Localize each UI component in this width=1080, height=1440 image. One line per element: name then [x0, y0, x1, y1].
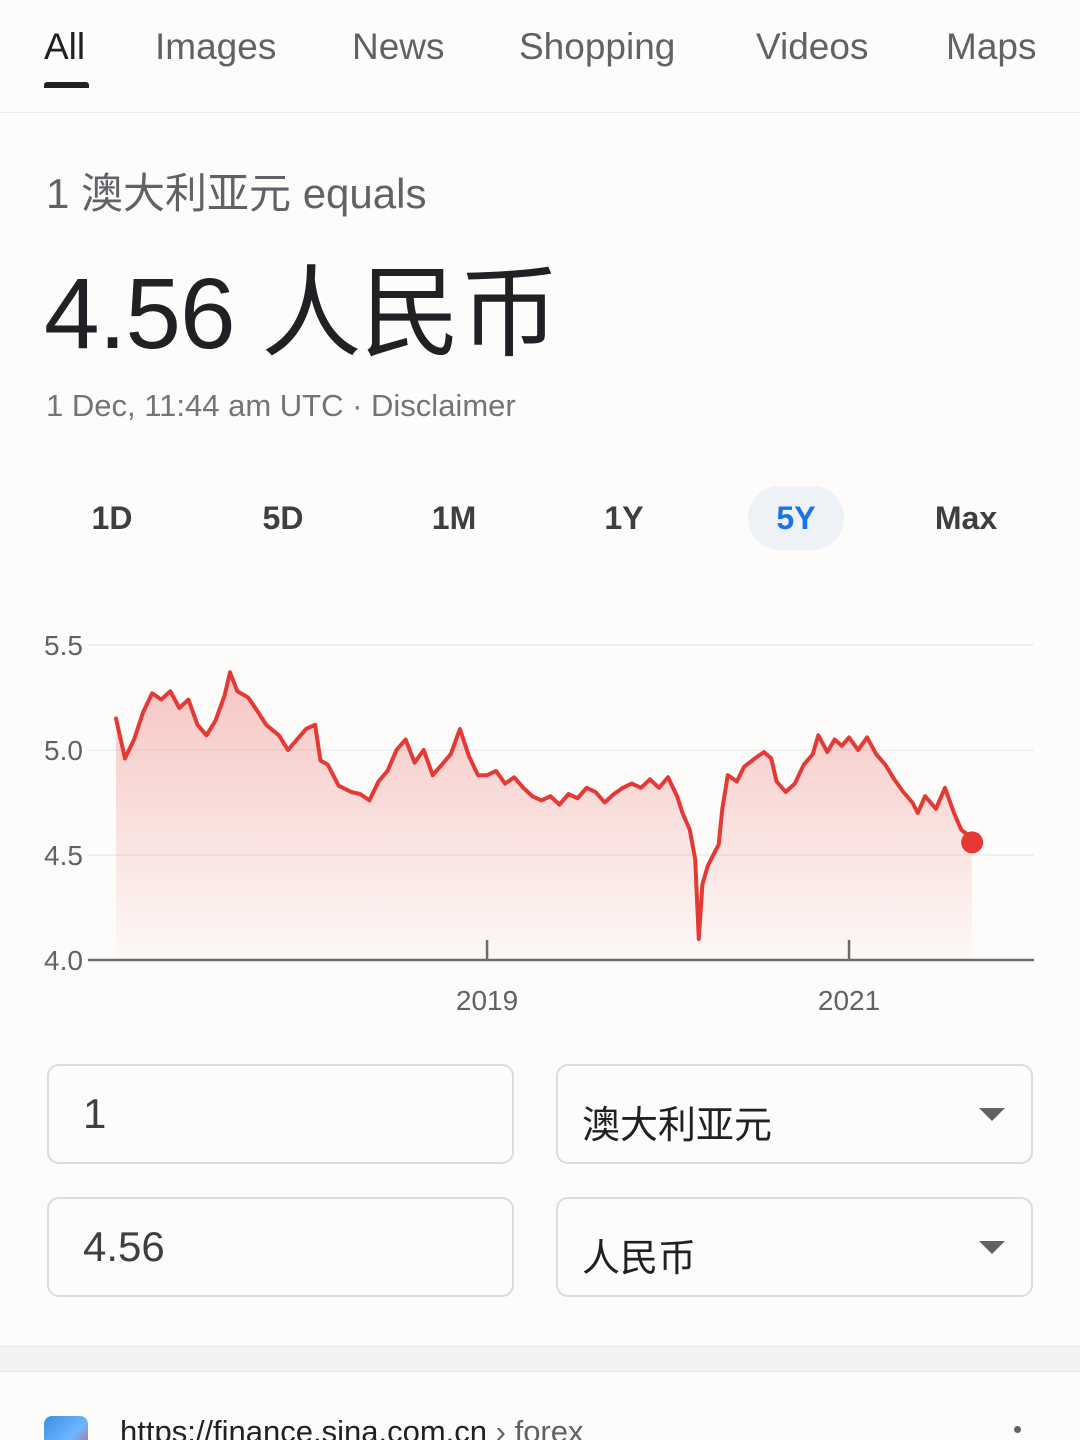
section-divider — [0, 1346, 1080, 1372]
tab-images[interactable]: Images — [155, 26, 276, 68]
result-input[interactable] — [83, 1223, 463, 1271]
more-options-icon[interactable] — [1014, 1426, 1021, 1433]
result-url-domain: https://finance.sina.com.cn — [120, 1414, 488, 1440]
to-currency-select[interactable]: 人民币 — [556, 1197, 1033, 1297]
active-tab-underline — [44, 82, 89, 88]
range-5y-button[interactable]: 5Y — [748, 486, 844, 550]
tab-videos[interactable]: Videos — [756, 26, 868, 68]
range-5d-button[interactable]: 5D — [235, 486, 331, 550]
range-1d-button[interactable]: 1D — [64, 486, 160, 550]
conversion-timestamp: 1 Dec, 11:44 am UTC · Disclaimer — [46, 388, 516, 423]
search-result[interactable]: https://finance.sina.com.cn › forex — [0, 1370, 1080, 1440]
chart-current-point — [961, 831, 984, 854]
y-tick-label: 4.5 — [44, 840, 83, 871]
result-field[interactable] — [47, 1197, 514, 1297]
chart-area-fill — [116, 672, 973, 960]
tab-maps[interactable]: Maps — [946, 26, 1036, 68]
search-tabs: All Images News Shopping Videos Maps — [0, 0, 1080, 113]
from-currency-value: 澳大利亚元 — [582, 1105, 773, 1147]
exchange-rate-chart[interactable]: 5.5 5.0 4.5 4.0 2019 2021 — [0, 600, 1080, 1030]
tab-shopping[interactable]: Shopping — [519, 26, 675, 68]
y-tick-label: 5.0 — [44, 735, 83, 766]
chevron-down-icon — [979, 1108, 1005, 1121]
range-1m-button[interactable]: 1M — [406, 486, 502, 550]
chevron-down-icon — [979, 1241, 1005, 1254]
range-max-button[interactable]: Max — [918, 486, 1014, 550]
tab-news[interactable]: News — [352, 26, 445, 68]
y-tick-label: 4.0 — [44, 945, 83, 976]
result-url[interactable]: https://finance.sina.com.cn › forex — [120, 1414, 584, 1440]
range-1y-button[interactable]: 1Y — [576, 486, 672, 550]
y-tick-label: 5.5 — [44, 630, 83, 661]
conversion-result: 4.56 人民币 — [44, 258, 559, 370]
amount-input[interactable] — [83, 1090, 463, 1138]
conversion-source-line: 1 澳大利亚元 equals — [46, 170, 427, 217]
site-favicon-icon — [44, 1416, 88, 1440]
result-url-path: › forex — [487, 1414, 584, 1440]
tab-all[interactable]: All — [44, 26, 85, 68]
to-currency-value: 人民币 — [582, 1238, 697, 1280]
x-tick-label: 2021 — [818, 985, 880, 1016]
x-tick-label: 2019 — [456, 985, 518, 1016]
amount-field[interactable] — [47, 1064, 514, 1164]
from-currency-select[interactable]: 澳大利亚元 — [556, 1064, 1033, 1164]
